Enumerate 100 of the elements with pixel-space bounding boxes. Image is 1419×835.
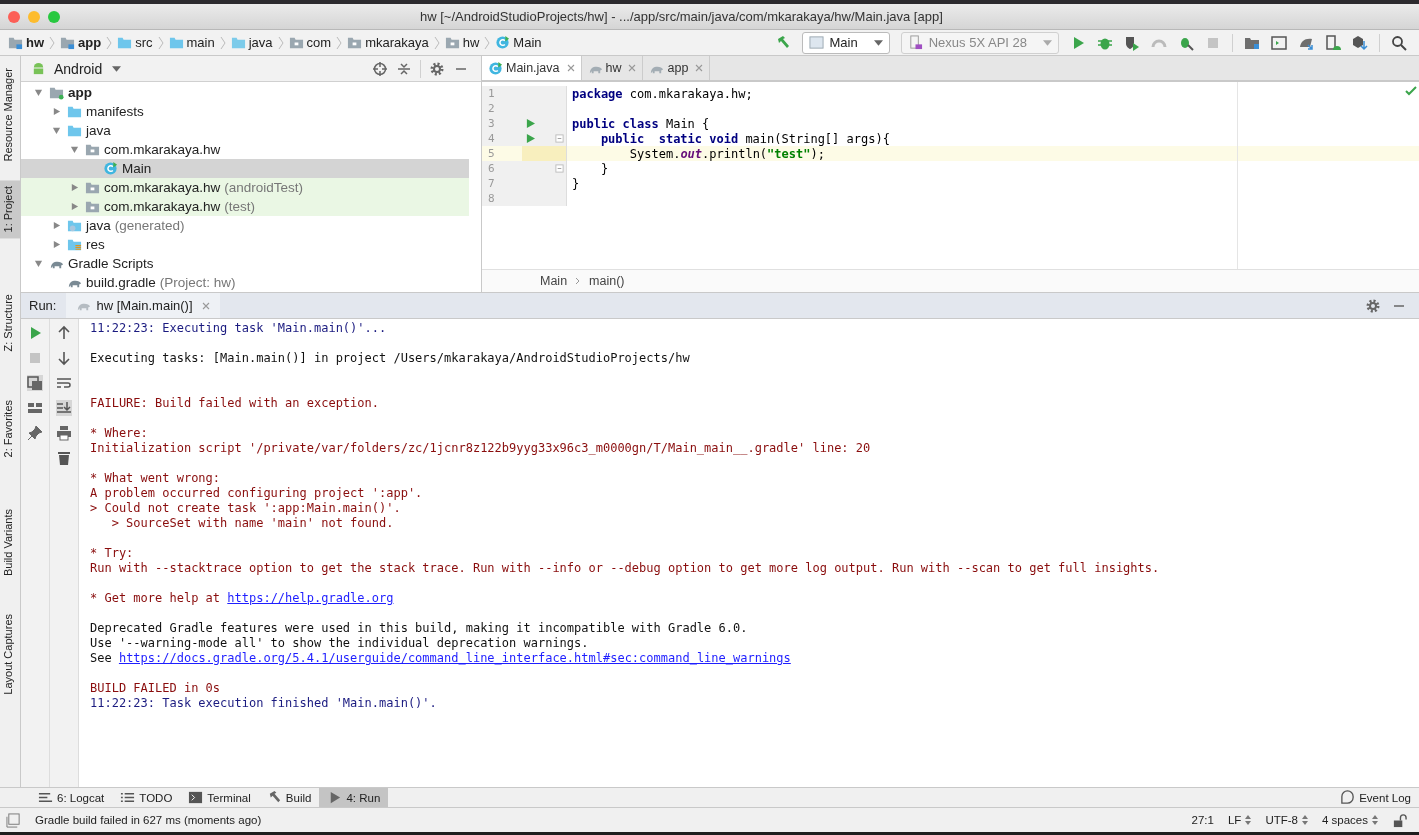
panel-toggle-icon[interactable] [6,812,21,828]
close-icon[interactable] [201,301,210,310]
console-link[interactable]: https://docs.gradle.org/5.4.1/userguide/command_line_interface.html#sec:command_line_warnings [118,651,791,665]
chevron-icon [219,35,226,50]
tree-row[interactable]: com.mkarakaya.hw (androidTest) [21,178,469,197]
chevron-icon [157,35,164,50]
tree-row[interactable]: res [21,235,469,254]
indent-selector[interactable]: 4 spaces [1321,814,1378,826]
up-arrow-icon[interactable] [56,325,72,341]
breadcrumb-item[interactable]: src [117,35,153,50]
wrap-icon[interactable] [56,375,72,391]
layout-icon[interactable] [27,400,43,416]
breadcrumb-item[interactable]: hw [8,35,45,50]
breadcrumb-item[interactable]: app [60,35,102,50]
editor-tab[interactable]: Main.java [482,56,582,80]
close-button[interactable] [8,10,20,23]
tree-row[interactable]: java (generated) [21,216,469,235]
crosshair-icon[interactable] [372,60,388,77]
encoding-selector[interactable]: UTF-8 [1265,814,1308,826]
folder-icon [67,104,82,119]
tree-item-label: build.gradle [86,275,156,290]
close-icon[interactable] [695,64,704,72]
terminal-window-icon[interactable] [1271,34,1287,51]
up-down-icon [1301,815,1308,825]
lines-icon [38,790,53,805]
package-download-icon[interactable] [1352,34,1368,51]
tool-window-tab[interactable]: Build Variants [0,502,20,583]
collapsed-arrow-icon[interactable] [51,221,61,230]
settings-icon[interactable] [1365,297,1381,314]
search-icon[interactable] [1391,34,1407,51]
console-text: Run with --stacktrace option to get the stack trace. Run with --info or --debug option to get more log output. Run with --scan to get full insights. [90,561,1160,575]
expanded-arrow-icon[interactable] [33,259,43,268]
tool-window-tab[interactable]: Build [258,788,320,807]
run-config-dropdown[interactable]: Main [801,31,890,54]
breadcrumb-item[interactable]: Main [540,274,568,288]
run-tab[interactable]: hw [Main.main()] [66,293,220,318]
folder-icon [85,199,100,214]
phone-android-icon[interactable] [1325,34,1341,51]
tool-window-tab[interactable]: Layout Captures [0,608,20,701]
pin-icon[interactable] [27,425,43,441]
tool-window-tab[interactable]: 6: Logcat [30,788,113,807]
line-separator-selector[interactable]: LF [1227,814,1252,826]
expanded-arrow-icon[interactable] [69,145,79,154]
tree-row[interactable]: java [21,121,469,140]
breadcrumb-item[interactable]: main [168,35,215,50]
folder-icon [168,35,184,50]
tree-item-label: com.mkarakaya.hw [104,180,221,195]
tool-window-tab[interactable]: Terminal [180,788,259,807]
fold-icon[interactable] [555,134,564,143]
tool-window-tab[interactable]: Z: Structure [0,288,20,358]
tool-window-tab[interactable]: TODO [112,788,181,807]
tool-window-tab[interactable]: 2: Favorites [0,393,20,463]
tree-row[interactable]: com.mkarakaya.hw (test) [21,197,469,216]
tree-row[interactable]: Gradle Scripts [21,254,469,273]
collapsed-arrow-icon[interactable] [69,183,79,192]
cursor-position[interactable]: 27:1 [1191,814,1214,826]
breadcrumb-item[interactable]: java [230,35,273,50]
folder-icon [288,35,304,50]
event-log-tab[interactable]: Event Log [1332,788,1419,807]
scroll-to-end-icon[interactable] [56,400,72,416]
zoom-button[interactable] [48,10,60,23]
tree-row[interactable]: build.gradle (Project: hw) [21,273,469,292]
trash-icon[interactable] [56,450,72,466]
editor-tab[interactable]: hw [581,56,644,80]
coverage-icon[interactable] [1124,34,1140,51]
breadcrumb-item[interactable]: main() [589,274,625,288]
collapsed-arrow-icon[interactable] [69,202,79,211]
collapse-icon[interactable] [396,60,412,77]
run-label: Run: [29,298,57,313]
tree-row[interactable]: Main [21,159,469,178]
editor-tab[interactable]: app [643,56,711,80]
down-arrow-icon[interactable] [56,350,72,366]
breadcrumb-item[interactable]: Main [495,35,542,50]
settings-icon[interactable] [429,60,445,77]
code-line: public static void main(String[] args){ [599,131,890,146]
expanded-arrow-icon[interactable] [51,126,61,135]
close-icon[interactable] [566,64,575,72]
line-number: 7 [482,176,522,191]
console-link[interactable]: https://help.gradle.org [227,591,394,605]
chevron-icon [484,35,491,50]
folder-icon [444,35,460,50]
collapsed-arrow-icon[interactable] [51,107,61,116]
tree-row[interactable]: app [21,83,469,102]
console-text: A problem occurred configuring project ':app'. [90,486,423,500]
tree-row[interactable]: manifests [21,102,469,121]
breadcrumb-item[interactable]: hw [444,35,480,50]
print-icon[interactable] [56,425,72,441]
console-text: Initialization script '/private/var/folders/zc/1jcnr8z122b9yyg33x96c3_m0000gn/T/Main_main__.gradle' line: 20 [90,441,871,455]
breadcrumb-item[interactable]: com [288,35,332,50]
tool-window-tab[interactable]: Resource Manager [0,62,20,168]
close-icon[interactable] [628,64,637,72]
tool-window-tab[interactable]: 4: Run [319,788,389,807]
breadcrumb-item[interactable]: mkarakaya [347,35,429,50]
tree-row[interactable]: com.mkarakaya.hw [21,140,469,159]
view-dropdown[interactable]: Android [54,60,122,77]
collapsed-arrow-icon[interactable] [51,240,61,249]
expanded-arrow-icon[interactable] [33,88,43,97]
lock-icon[interactable] [1392,812,1407,828]
fold-icon[interactable] [555,164,564,173]
tool-window-tab[interactable]: 1: Project [0,179,20,239]
